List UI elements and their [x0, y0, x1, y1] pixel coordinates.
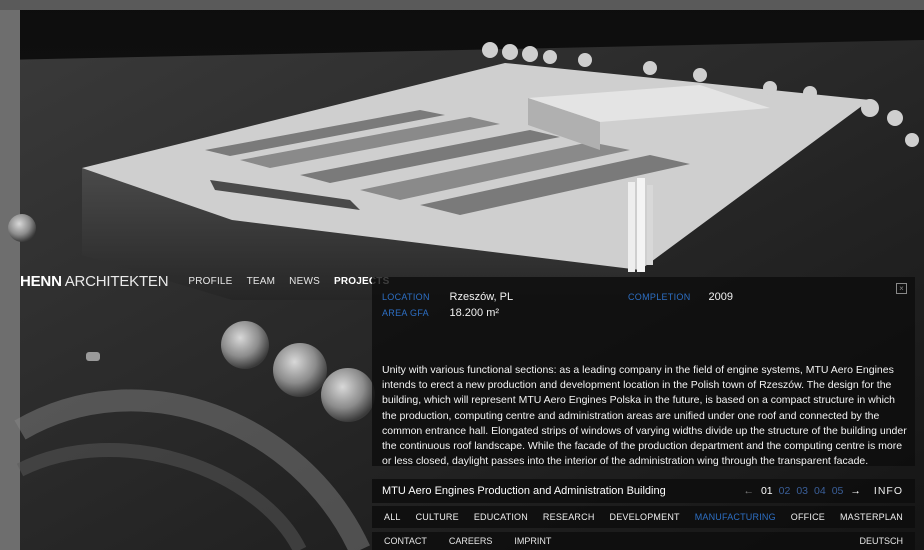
category-masterplan[interactable]: MASTERPLAN	[840, 512, 903, 522]
page-04[interactable]: 04	[814, 485, 826, 497]
location-label: LOCATION	[382, 292, 430, 302]
language-switch[interactable]: DEUTSCH	[859, 536, 903, 546]
project-info-panel: × LOCATION Rzeszów, PL AREA GFA 18.200 m…	[372, 277, 915, 468]
top-navigation: HENN ARCHITEKTEN PROFILE TEAM NEWS PROJE…	[20, 271, 403, 291]
logo-bold-text: HENN	[20, 272, 62, 290]
project-title-bar: MTU Aero Engines Production and Administ…	[372, 479, 915, 503]
area-label: AREA GFA	[382, 308, 429, 318]
completion-value: 2009	[708, 291, 733, 303]
page-01[interactable]: 01	[761, 485, 773, 497]
nav-item-team[interactable]: TEAM	[247, 276, 276, 287]
location-row: LOCATION Rzeszów, PL	[382, 291, 513, 303]
next-arrow-icon[interactable]: →	[850, 485, 861, 497]
category-manufacturing[interactable]: MANUFACTURING	[695, 512, 776, 522]
page-05[interactable]: 05	[832, 485, 844, 497]
footer-link-imprint[interactable]: IMPRINT	[514, 536, 551, 546]
category-office[interactable]: OFFICE	[791, 512, 825, 522]
nav-item-profile[interactable]: PROFILE	[188, 276, 232, 287]
category-education[interactable]: EDUCATION	[474, 512, 528, 522]
info-toggle[interactable]: INFO	[874, 485, 903, 497]
image-pager: ← 01 02 03 04 05 → INFO	[739, 485, 903, 497]
footer-link-careers[interactable]: CAREERS	[449, 536, 493, 546]
completion-label: COMPLETION	[628, 292, 691, 302]
footer-links: CONTACT CAREERS IMPRINT	[384, 536, 573, 546]
nav-item-news[interactable]: NEWS	[289, 276, 320, 287]
footer-link-contact[interactable]: CONTACT	[384, 536, 427, 546]
henn-logo[interactable]: HENN ARCHITEKTEN	[20, 272, 169, 290]
area-value: 18.200 m²	[449, 307, 500, 319]
close-icon[interactable]: ×	[896, 283, 907, 294]
page-02[interactable]: 02	[779, 485, 791, 497]
category-culture[interactable]: CULTURE	[416, 512, 459, 522]
category-filter-bar: ALL CULTURE EDUCATION RESEARCH DEVELOPME…	[372, 506, 915, 528]
area-row: AREA GFA 18.200 m²	[382, 307, 499, 319]
category-all[interactable]: ALL	[384, 512, 401, 522]
category-research[interactable]: RESEARCH	[543, 512, 595, 522]
project-description: Unity with various functional sections: …	[382, 364, 907, 468]
project-title: MTU Aero Engines Production and Administ…	[382, 485, 666, 497]
page-03[interactable]: 03	[796, 485, 808, 497]
prev-arrow-icon[interactable]: ←	[743, 485, 754, 497]
footer-bar: CONTACT CAREERS IMPRINT DEUTSCH	[372, 532, 915, 550]
logo-light-text: ARCHITEKTEN	[64, 272, 169, 290]
category-development[interactable]: DEVELOPMENT	[610, 512, 680, 522]
completion-row: COMPLETION 2009	[628, 291, 733, 303]
location-value: Rzeszów, PL	[449, 291, 514, 303]
